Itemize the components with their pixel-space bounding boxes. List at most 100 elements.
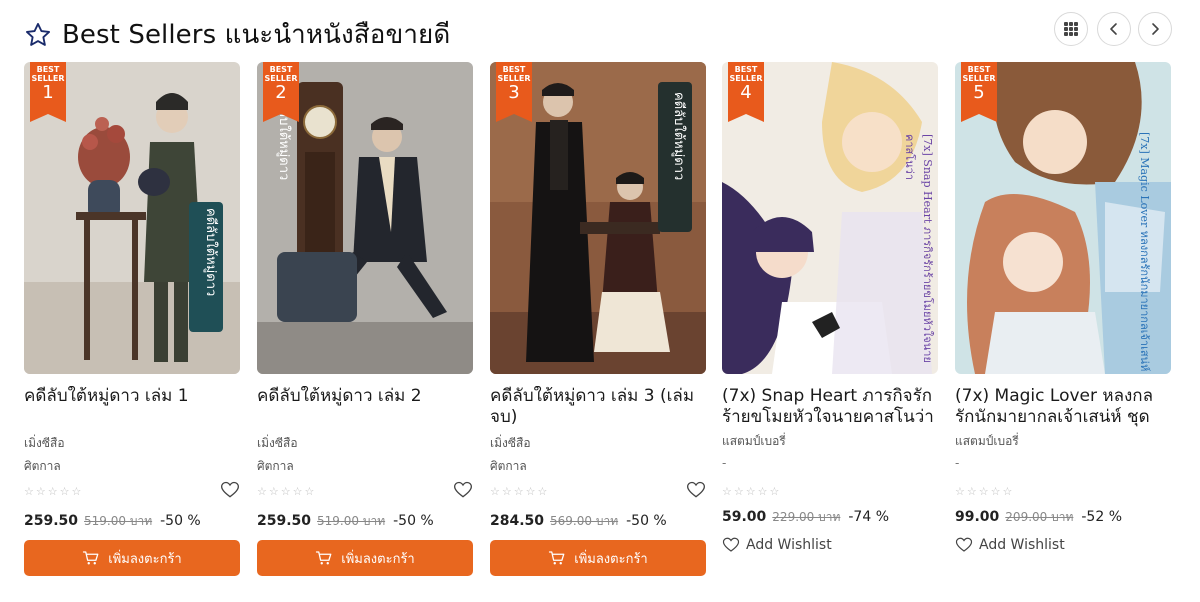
star-empty-icon: ☆ [745, 485, 756, 498]
book-author[interactable]: เมิ่งซีสือ [257, 434, 298, 453]
discount: -52 % [1081, 509, 1122, 525]
price: 99.00 [955, 509, 1000, 525]
ribbon-rank: 1 [42, 82, 54, 103]
price: 59.00 [722, 509, 767, 525]
add-wishlist-label: Add Wishlist [746, 537, 832, 553]
star-empty-icon: ☆ [769, 485, 780, 498]
star-empty-icon: ☆ [304, 485, 315, 498]
price-row: 259.50 519.00 บาท -50 % [24, 512, 201, 531]
star-empty-icon: ☆ [722, 485, 732, 498]
price: 284.50 [490, 513, 545, 529]
rating-stars: ☆ ☆ ☆ ☆ ☆ [955, 486, 1012, 498]
add-wishlist-label: Add Wishlist [979, 537, 1065, 553]
star-empty-icon: ☆ [537, 485, 548, 498]
book-title[interactable]: คดีลับใต้หมู่ดาว เล่ม 3 (เล่มจบ) [490, 386, 706, 430]
bestseller-ribbon: BEST SELLER 1 [30, 62, 66, 122]
add-to-cart-button[interactable]: เพิ่มลงตะกร้า [257, 540, 473, 576]
book-publisher[interactable]: - [955, 456, 959, 470]
price-row: 59.00 229.00 บาท -74 % [722, 508, 889, 527]
heart-outline-icon [220, 481, 240, 498]
star-empty-icon: ☆ [966, 485, 977, 498]
discount: -50 % [393, 513, 434, 529]
book-cover[interactable]: คดีลับใต้หมู่ดาว BEST SELLER 1 [24, 62, 240, 374]
book-cover[interactable]: [7x] Snap Heart ภารกิจรักร้ายขโมยหัวใจนา… [722, 62, 938, 374]
book-author[interactable]: เมิ่งซีสือ [24, 434, 65, 453]
book-cover[interactable]: คดีลับใต้หมู่ดาว BEST SELLER 2 [257, 62, 473, 374]
star-empty-icon: ☆ [47, 485, 58, 498]
add-to-cart-button[interactable]: เพิ่มลงตะกร้า [24, 540, 240, 576]
star-empty-icon: ☆ [513, 485, 524, 498]
star-empty-icon: ☆ [990, 485, 1001, 498]
price-row: 99.00 209.00 บาท -52 % [955, 508, 1122, 527]
wishlist-heart-button[interactable] [220, 480, 240, 500]
old-price: 229.00 บาท [772, 510, 841, 524]
star-empty-icon: ☆ [525, 485, 536, 498]
add-wishlist-button[interactable]: Add Wishlist [722, 536, 832, 554]
section-header: Best Sellers แนะนำหนังสือขายดี [24, 12, 1176, 50]
wishlist-heart-button[interactable] [686, 480, 706, 500]
book-cover-title: คดีลับใต้หมู่ดาว [203, 208, 218, 297]
grid-view-button[interactable] [1054, 12, 1088, 46]
bestseller-ribbon: BEST SELLER 5 [961, 62, 997, 122]
next-button[interactable] [1138, 12, 1172, 46]
old-price: 569.00 บาท [550, 514, 619, 528]
book-title[interactable]: คดีลับใต้หมู่ดาว เล่ม 1 [24, 386, 240, 430]
prev-button[interactable] [1097, 12, 1131, 46]
bestseller-ribbon: BEST SELLER 4 [728, 62, 764, 122]
heart-outline-icon [722, 537, 740, 552]
book-card[interactable]: คดีลับใต้หมู่ดาว BEST SELLER 2 คดีลับใต้… [257, 62, 473, 582]
book-publisher[interactable]: ศิตกาล [24, 457, 61, 476]
book-author[interactable]: แสตมป์เบอรี่ [722, 432, 786, 451]
book-author[interactable]: แสตมป์เบอรี่ [955, 432, 1019, 451]
book-publisher[interactable]: - [722, 456, 726, 470]
rating-stars: ☆ ☆ ☆ ☆ ☆ [490, 486, 547, 498]
section-title: Best Sellers แนะนำหนังสือขายดี [62, 20, 451, 50]
star-empty-icon: ☆ [24, 485, 34, 498]
star-empty-icon: ☆ [757, 485, 768, 498]
star-empty-icon: ☆ [292, 485, 303, 498]
price: 259.50 [24, 513, 79, 529]
cart-icon [316, 551, 332, 565]
ribbon-label: BEST SELLER [497, 65, 531, 83]
discount: -74 % [848, 509, 889, 525]
book-card[interactable]: [7x] Magic Lover หลงกลรักนักมายากลเจ้าเส… [955, 62, 1171, 582]
ribbon-label: BEST SELLER [962, 65, 996, 83]
book-cover-title: [7x] Snap Heart ภารกิจรักร้ายขโมยหัวใจนา… [903, 134, 934, 363]
section-title-wrap: Best Sellers แนะนำหนังสือขายดี [24, 14, 450, 55]
discount: -50 % [160, 513, 201, 529]
add-to-cart-label: เพิ่มลงตะกร้า [341, 550, 415, 566]
old-price: 209.00 บาท [1005, 510, 1074, 524]
old-price: 519.00 บาท [84, 514, 153, 528]
book-title[interactable]: (7x) Snap Heart ภารกิจรักร้ายขโมยหัวใจนา… [722, 386, 938, 430]
cart-icon [549, 551, 565, 565]
wishlist-heart-button[interactable] [453, 480, 473, 500]
book-cover[interactable]: คดีลับใต้หมู่ดาว BEST SELLER 3 [490, 62, 706, 374]
book-cover[interactable]: [7x] Magic Lover หลงกลรักนักมายากลเจ้าเส… [955, 62, 1171, 374]
star-empty-icon: ☆ [501, 485, 512, 498]
book-publisher[interactable]: ศิตกาล [257, 457, 294, 476]
cart-icon [83, 551, 99, 565]
book-author[interactable]: เมิ่งซีสือ [490, 434, 531, 453]
star-empty-icon: ☆ [35, 485, 46, 498]
book-cover-title: คดีลับใต้หมู่ดาว [671, 92, 686, 181]
heart-outline-icon [686, 481, 706, 498]
heart-outline-icon [453, 481, 473, 498]
ribbon-label: BEST SELLER [31, 65, 65, 83]
book-card[interactable]: คดีลับใต้หมู่ดาว BEST SELLER 3 คดีลับใต้… [490, 62, 706, 582]
price-row: 259.50 519.00 บาท -50 % [257, 512, 434, 531]
add-to-cart-button[interactable]: เพิ่มลงตะกร้า [490, 540, 706, 576]
star-empty-icon: ☆ [268, 485, 279, 498]
star-empty-icon: ☆ [978, 485, 989, 498]
book-title[interactable]: (7x) Magic Lover หลงกลรักนักมายากลเจ้าเส… [955, 386, 1171, 430]
rating-stars: ☆ ☆ ☆ ☆ ☆ [257, 486, 314, 498]
book-cover-title: [7x] Magic Lover หลงกลรักนักมายากลเจ้าเส… [1138, 132, 1151, 372]
book-title[interactable]: คดีลับใต้หมู่ดาว เล่ม 2 [257, 386, 473, 430]
price-row: 284.50 569.00 บาท -50 % [490, 512, 667, 531]
book-publisher[interactable]: ศิตกาล [490, 457, 527, 476]
add-wishlist-button[interactable]: Add Wishlist [955, 536, 1065, 554]
book-card[interactable]: [7x] Snap Heart ภารกิจรักร้ายขโมยหัวใจนา… [722, 62, 938, 582]
add-to-cart-label: เพิ่มลงตะกร้า [574, 550, 648, 566]
book-card[interactable]: คดีลับใต้หมู่ดาว BEST SELLER 1 คดีลับใต้… [24, 62, 240, 582]
ribbon-label: BEST SELLER [264, 65, 298, 83]
ribbon-label: BEST SELLER [729, 65, 763, 83]
